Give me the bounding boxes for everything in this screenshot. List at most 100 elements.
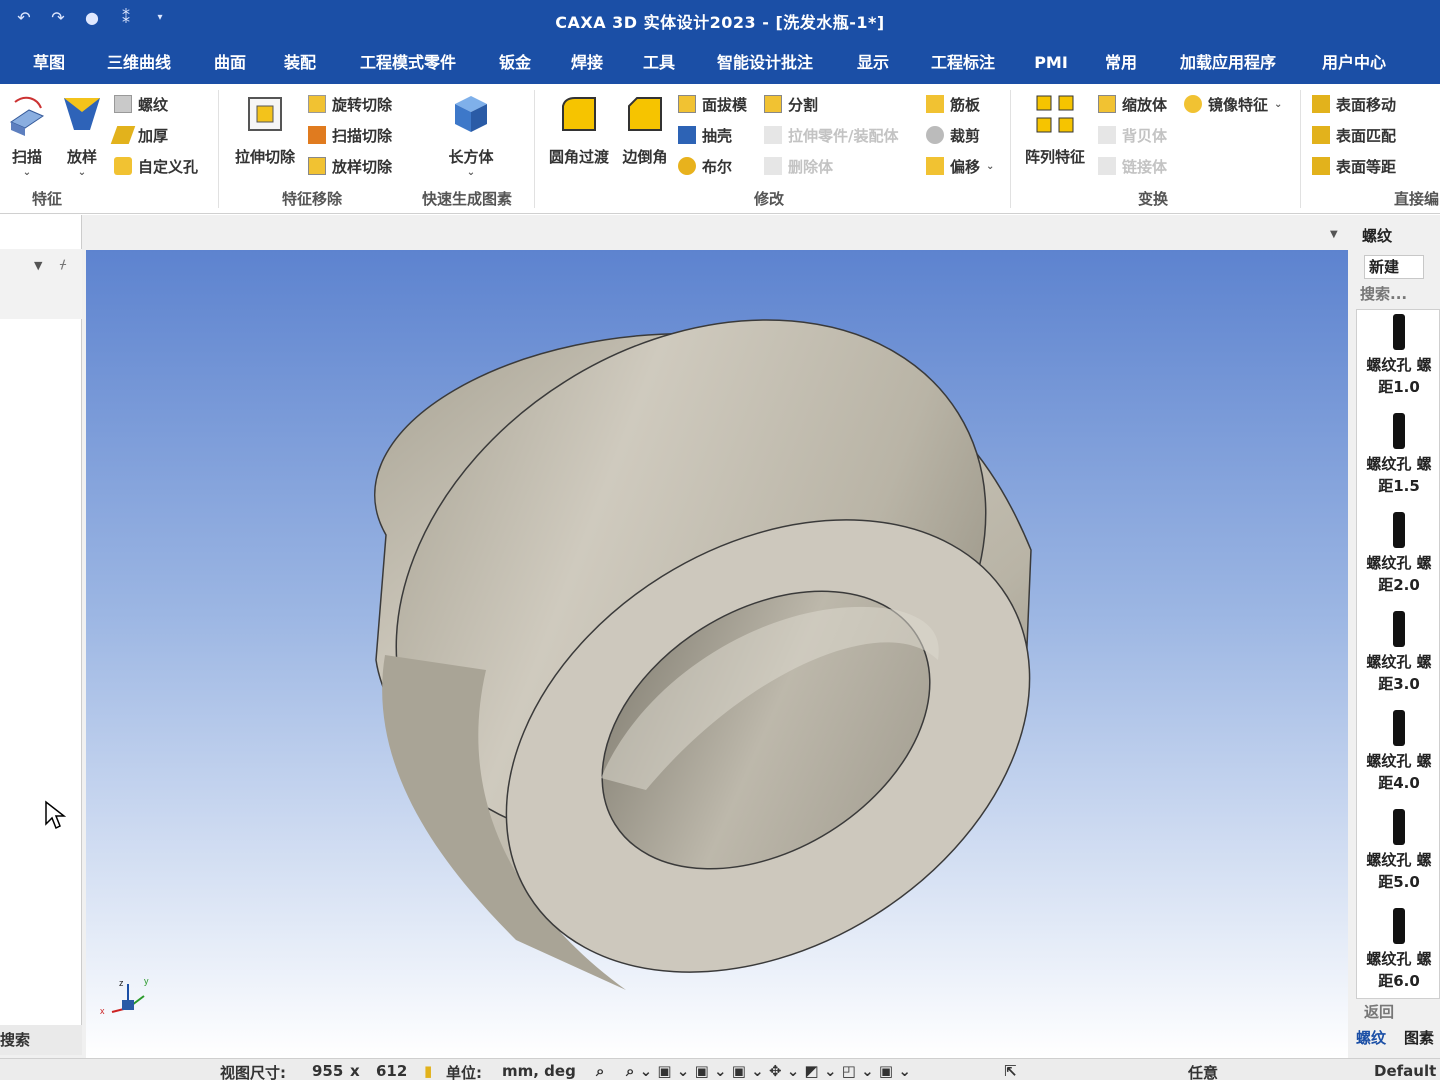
thread-thumbnail: [1393, 314, 1405, 350]
tab-welding[interactable]: 焊接: [560, 50, 614, 84]
tab-display[interactable]: 显示: [846, 50, 900, 84]
tab-dimension[interactable]: 工程标注: [920, 50, 1006, 84]
loft-button[interactable]: 放样 ⌄: [58, 92, 106, 178]
trim-label: 裁剪: [950, 126, 981, 145]
list-item[interactable]: 螺纹孔 螺距5.0: [1357, 809, 1439, 893]
tab-pmi[interactable]: PMI: [1026, 50, 1076, 84]
link-button[interactable]: 链接体: [1098, 154, 1167, 178]
item-label: 螺纹孔 螺: [1366, 752, 1432, 770]
thread-label: 螺纹: [138, 95, 169, 114]
new-button[interactable]: 新建: [1364, 255, 1424, 279]
trim-button[interactable]: 裁剪: [926, 123, 980, 147]
split-label: 分割: [788, 95, 819, 114]
pin-icon[interactable]: ᚋ: [60, 257, 66, 271]
bezier-button[interactable]: 背贝体: [1098, 123, 1167, 147]
tab-user-center[interactable]: 用户中心: [1310, 50, 1398, 84]
group-separator: [218, 90, 219, 208]
tab-engineering-part[interactable]: 工程模式零件: [346, 50, 470, 84]
extrude-part-button[interactable]: 拉伸零件/装配体: [764, 123, 898, 147]
delete-body-button[interactable]: 删除体: [764, 154, 833, 178]
draft-label: 面拔模: [702, 95, 748, 114]
split-button[interactable]: 分割: [764, 92, 818, 116]
box-button[interactable]: 长方体 ⌄: [440, 92, 502, 178]
rib-button[interactable]: 筋板: [926, 92, 980, 116]
chevron-down-icon: ⌄: [77, 167, 87, 178]
filter-value[interactable]: 任意: [1188, 1062, 1218, 1080]
group-separator: [534, 90, 535, 208]
panel-collapse-icon[interactable]: ▼: [1330, 229, 1338, 240]
tab-tools[interactable]: 工具: [632, 50, 686, 84]
thicken-label: 加厚: [138, 126, 169, 145]
unit-value[interactable]: mm, deg: [502, 1062, 576, 1080]
tab-sketch[interactable]: 草图: [12, 50, 86, 84]
pattern-button[interactable]: 阵列特征: [1018, 92, 1092, 167]
select-pointer-icon[interactable]: ⇱: [1004, 1062, 1017, 1080]
list-item[interactable]: 螺纹孔 螺距1.5: [1357, 413, 1439, 497]
list-item[interactable]: 螺纹孔 螺距4.0: [1357, 710, 1439, 794]
left-search-label[interactable]: 搜索: [0, 1025, 82, 1055]
view-tools-icon[interactable]: ⌕ ⌄ ▣ ⌄ ▣ ⌄ ▣ ⌄ ✥ ⌄ ◩ ⌄ ◰ ⌄ ▣ ⌄: [626, 1062, 911, 1080]
tab-smart-annotation[interactable]: 智能设计批注: [704, 50, 826, 84]
panel-dropdown-icon[interactable]: ▼: [34, 259, 42, 272]
face-offset-button[interactable]: 表面等距: [1312, 154, 1396, 178]
thread-button[interactable]: 螺纹: [114, 92, 168, 116]
revolve-cut-button[interactable]: 旋转切除: [308, 92, 392, 116]
3d-part-ring[interactable]: z y x: [86, 250, 1348, 1058]
tab-common[interactable]: 常用: [1094, 50, 1148, 84]
face-move-button[interactable]: 表面移动: [1312, 92, 1396, 116]
window-title: CAXA 3D 实体设计2023 - [洗发水瓶-1*]: [555, 13, 885, 32]
fillet-icon: [562, 97, 596, 131]
trim-icon: [926, 126, 944, 144]
library-search[interactable]: 搜索...: [1360, 283, 1407, 304]
3d-viewport[interactable]: z y x: [86, 250, 1348, 1058]
item-sublabel: 距3.0: [1378, 675, 1420, 693]
loft-cut-icon: [308, 157, 326, 175]
loft-cut-button[interactable]: 放样切除: [308, 154, 392, 178]
zoom-icon[interactable]: ⌕: [596, 1062, 604, 1080]
delete-body-icon: [764, 157, 782, 175]
list-item[interactable]: 螺纹孔 螺距1.0: [1357, 314, 1439, 398]
chamfer-button[interactable]: 边倒角: [618, 92, 672, 167]
list-item[interactable]: 螺纹孔 螺距3.0: [1357, 611, 1439, 695]
custom-hole-button[interactable]: 自定义孔: [114, 154, 198, 178]
back-button[interactable]: 返回: [1364, 1001, 1394, 1022]
offset-button[interactable]: 偏移 ⌄: [926, 154, 994, 178]
draft-button[interactable]: 面拔模: [678, 92, 747, 116]
tab-load-app[interactable]: 加载应用程序: [1168, 50, 1288, 84]
list-item[interactable]: 螺纹孔 螺距6.0: [1357, 908, 1439, 992]
sweep-button[interactable]: 扫描 ⌄: [4, 92, 50, 178]
thread-thumbnail: [1393, 413, 1405, 449]
tab-sheet-metal[interactable]: 钣金: [488, 50, 542, 84]
list-item[interactable]: 螺纹孔 螺距2.0: [1357, 512, 1439, 596]
box-icon: [455, 96, 487, 132]
mirror-button[interactable]: 镜像特征 ⌄: [1184, 92, 1282, 116]
item-sublabel: 距5.0: [1378, 873, 1420, 891]
thread-icon: [114, 95, 132, 113]
scale-button[interactable]: 缩放体: [1098, 92, 1167, 116]
shell-label: 抽壳: [702, 126, 733, 145]
sweep-cut-button[interactable]: 扫描切除: [308, 123, 392, 147]
tab-surface[interactable]: 曲面: [200, 50, 260, 84]
extrude-cut-button[interactable]: 拉伸切除: [228, 92, 302, 167]
boolean-button[interactable]: 布尔: [678, 154, 732, 178]
tab-elements[interactable]: 图素: [1404, 1027, 1434, 1048]
offset-label: 偏移: [950, 157, 981, 176]
tab-thread[interactable]: 螺纹: [1356, 1027, 1386, 1048]
fillet-button[interactable]: 圆角过渡: [544, 92, 614, 167]
face-match-button[interactable]: 表面匹配: [1312, 123, 1396, 147]
shell-button[interactable]: 抽壳: [678, 123, 732, 147]
link-icon: [1098, 157, 1116, 175]
status-bar: 视图尺寸: 955 x 612 ▮ 单位: mm, deg ⌕ ⌕ ⌄ ▣ ⌄ …: [0, 1058, 1440, 1080]
tab-assembly[interactable]: 装配: [272, 50, 328, 84]
style-value[interactable]: Default: [1374, 1062, 1436, 1080]
design-element-library: ▼ 螺纹 新建 搜索... 螺纹孔 螺距1.0 螺纹孔 螺距1.5 螺纹孔 螺距…: [1330, 215, 1440, 1060]
custom-hole-label: 自定义孔: [138, 157, 199, 176]
draft-icon: [678, 95, 696, 113]
loft-label: 放样: [66, 148, 97, 166]
tab-3d-curve[interactable]: 三维曲线: [96, 50, 182, 84]
rib-label: 筋板: [950, 95, 981, 114]
svg-text:y: y: [144, 976, 149, 986]
axis-triad-icon: z y x: [100, 976, 149, 1016]
unit-icon: ▮: [424, 1062, 433, 1080]
thicken-button[interactable]: 加厚: [110, 123, 169, 147]
